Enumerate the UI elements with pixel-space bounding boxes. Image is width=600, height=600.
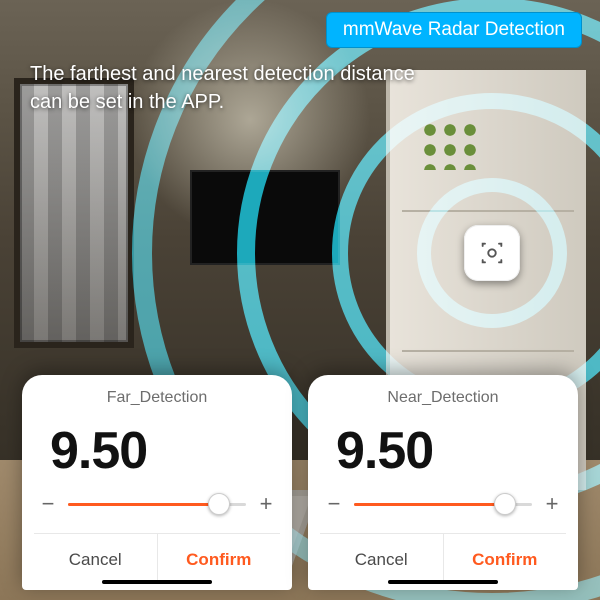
far-slider[interactable]: − +	[38, 493, 276, 515]
tv	[190, 170, 340, 265]
slider-thumb[interactable]	[494, 493, 516, 515]
far-detection-card: Far_Detection 9.50 − + Cancel Confirm	[22, 375, 292, 590]
home-indicator	[388, 580, 498, 584]
cancel-button[interactable]: Cancel	[34, 534, 158, 584]
minus-button[interactable]: −	[38, 493, 58, 515]
room-window	[14, 78, 134, 348]
card-actions: Cancel Confirm	[320, 533, 566, 584]
title-badge: mmWave Radar Detection	[326, 12, 582, 48]
confirm-button[interactable]: Confirm	[444, 534, 567, 584]
card-actions: Cancel Confirm	[34, 533, 280, 584]
home-indicator	[102, 580, 212, 584]
minus-button[interactable]: −	[324, 493, 344, 515]
plant	[420, 120, 480, 170]
headline-text: The farthest and nearest detection dista…	[30, 60, 430, 116]
confirm-button[interactable]: Confirm	[158, 534, 281, 584]
scene: mmWave Radar Detection The farthest and …	[0, 0, 600, 600]
slider-track[interactable]	[354, 503, 532, 506]
cancel-button[interactable]: Cancel	[320, 534, 444, 584]
slider-thumb[interactable]	[208, 493, 230, 515]
near-detection-card: Near_Detection 9.50 − + Cancel Confirm	[308, 375, 578, 590]
far-value: 9.50	[34, 421, 280, 481]
card-title: Far_Detection	[34, 389, 280, 407]
slider-fill	[68, 503, 219, 506]
card-title: Near_Detection	[320, 389, 566, 407]
slider-track[interactable]	[68, 503, 246, 506]
plus-button[interactable]: +	[256, 493, 276, 515]
plus-button[interactable]: +	[542, 493, 562, 515]
sensor-device	[464, 225, 520, 281]
near-value: 9.50	[320, 421, 566, 481]
sensor-icon	[478, 239, 506, 267]
near-slider[interactable]: − +	[324, 493, 562, 515]
slider-fill	[354, 503, 505, 506]
